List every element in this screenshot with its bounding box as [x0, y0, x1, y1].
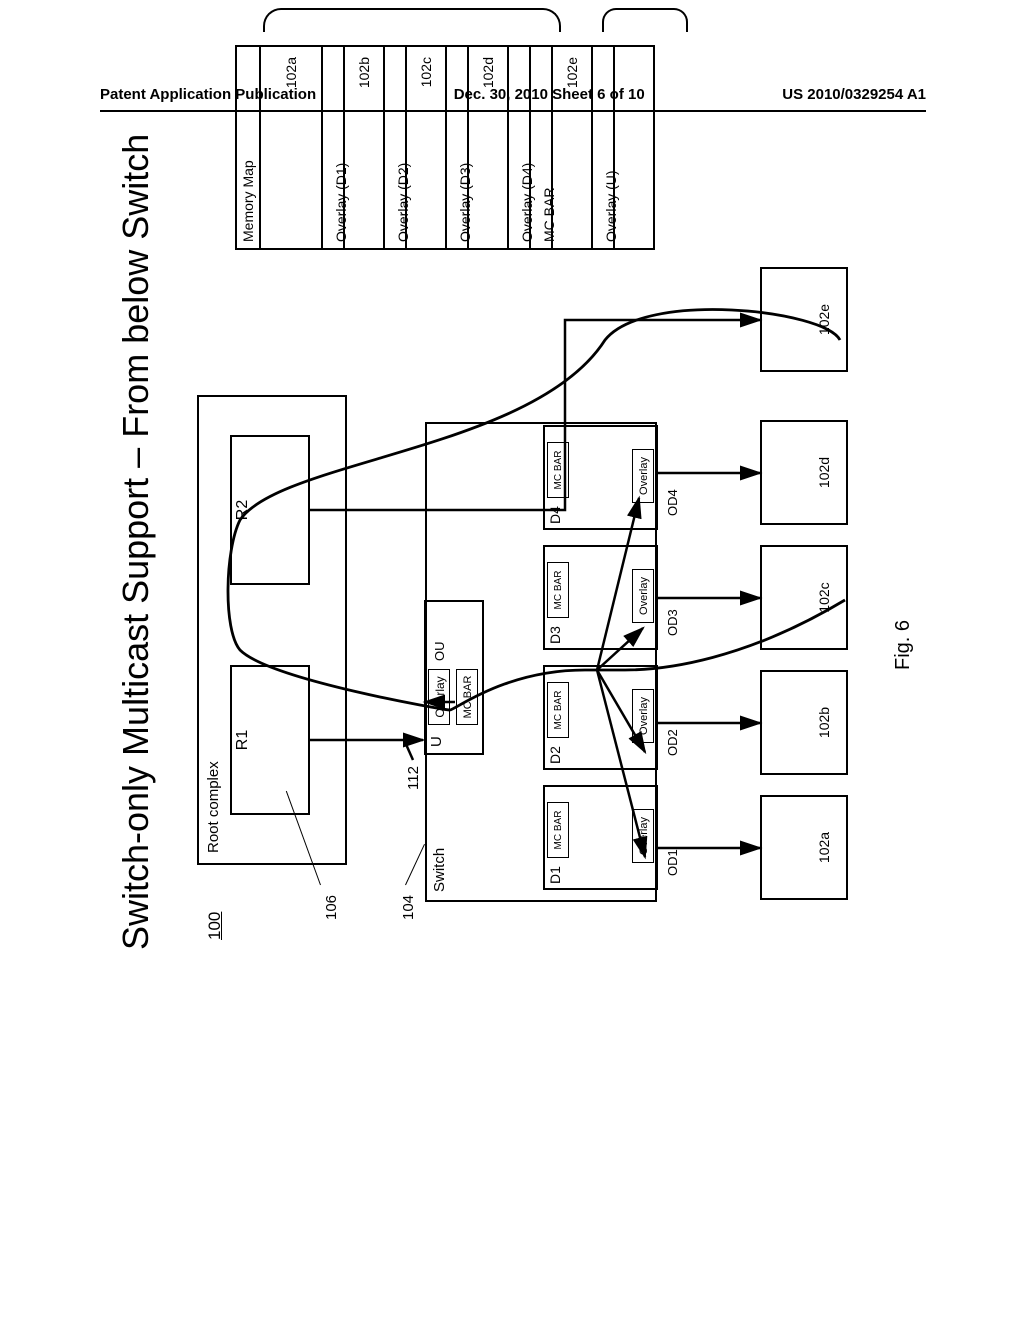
figure-number: Fig. 6 [892, 620, 915, 670]
d2-mcbar: MC BAR [547, 682, 569, 738]
od2-label: OD2 [665, 729, 680, 756]
brace-r1 [263, 8, 561, 32]
port-r1: R1 [230, 665, 310, 815]
switch-port-d4: D4 MC BAR Overlay [543, 425, 658, 530]
d3-mcbar: MC BAR [547, 562, 569, 618]
ep5-label: 102e [816, 304, 832, 335]
r2-label: R2 [234, 500, 251, 520]
d1-label: D1 [547, 866, 563, 884]
mm-r4-ref: 102c [408, 57, 444, 87]
switch-port-d3: D3 MC BAR Overlay [543, 545, 658, 650]
figure-canvas: Switch-only Multicast Support – From bel… [105, 0, 915, 970]
ep4-label: 102d [816, 457, 832, 488]
mcbar-u: MC BAR [456, 669, 478, 725]
memmap-row-od4: Overlay (D4) [509, 45, 531, 250]
u-label: U [428, 736, 445, 747]
mm-r0-ref: 102a [262, 57, 320, 88]
switch-box: Switch U Overlay OU MC BAR D1 MC BAR Ove… [425, 422, 657, 902]
switch-port-d2: D2 MC BAR Overlay [543, 665, 658, 770]
memmap-row-od3: Overlay (D3) [447, 45, 469, 250]
port-r2: R2 [230, 435, 310, 585]
figure-title: Switch-only Multicast Support – From bel… [115, 134, 157, 950]
ou-label: OU [432, 642, 447, 662]
d1-mcbar: MC BAR [547, 802, 569, 858]
memmap-row-mcbar: MC BAR [531, 45, 553, 250]
figure-rotated-wrapper: Switch-only Multicast Support – From bel… [105, 160, 1024, 970]
mm-r9-ref: 102e [554, 57, 590, 88]
switch-upstream-port: U Overlay OU MC BAR [424, 600, 484, 755]
switch-port-d1: D1 MC BAR Overlay [543, 785, 658, 890]
endpoint-102e: 102e [760, 267, 848, 372]
ref-112: 112 [405, 766, 422, 790]
ep1-label: 102a [816, 832, 832, 863]
endpoint-102a: 102a [760, 795, 848, 900]
ep3-label: 102c [816, 582, 832, 612]
d3-label: D3 [547, 626, 563, 644]
memmap-row-tail [615, 45, 655, 250]
memmap-row-102a: 102a [261, 45, 323, 250]
overlay-u: Overlay [428, 669, 450, 725]
memmap-row-102b: 102b [345, 45, 385, 250]
d4-overlay: Overlay [632, 449, 654, 503]
r1-label: R1 [234, 730, 251, 750]
memmap-row-od2: Overlay (D2) [385, 45, 407, 250]
endpoint-102d: 102d [760, 420, 848, 525]
brace-r2 [602, 8, 688, 32]
d4-mcbar: MC BAR [547, 442, 569, 498]
ref-104: 104 [400, 895, 417, 920]
mm-r6-ref: 102d [470, 57, 506, 88]
memmap-row-102e: 102e [553, 45, 593, 250]
memmap-row-od1: Overlay (D1) [323, 45, 345, 250]
memory-map: Memory Map 102a Overlay (D1) 102b Overla… [235, 45, 655, 250]
od4-label: OD4 [665, 489, 680, 516]
d2-overlay: Overlay [632, 689, 654, 743]
ref-100: 100 [205, 912, 225, 940]
od3-label: OD3 [665, 609, 680, 636]
endpoint-102b: 102b [760, 670, 848, 775]
ep2-label: 102b [816, 707, 832, 738]
leader-104 [405, 844, 425, 885]
memmap-row-102c: 102c [407, 45, 447, 250]
memmap-header: Memory Map [235, 45, 261, 250]
ref-106: 106 [323, 895, 340, 920]
memmap-row-102d: 102d [469, 45, 509, 250]
switch-label: Switch [431, 848, 448, 892]
mm-r2-ref: 102b [346, 57, 382, 88]
d1-overlay: Overlay [632, 809, 654, 863]
d4-label: D4 [547, 506, 563, 524]
endpoint-102c: 102c [760, 545, 848, 650]
root-complex-label: Root complex [205, 761, 222, 853]
d3-overlay: Overlay [632, 569, 654, 623]
d2-label: D2 [547, 746, 563, 764]
od1-label: OD1 [665, 849, 680, 876]
memmap-row-ou: Overlay (U) [593, 45, 615, 250]
